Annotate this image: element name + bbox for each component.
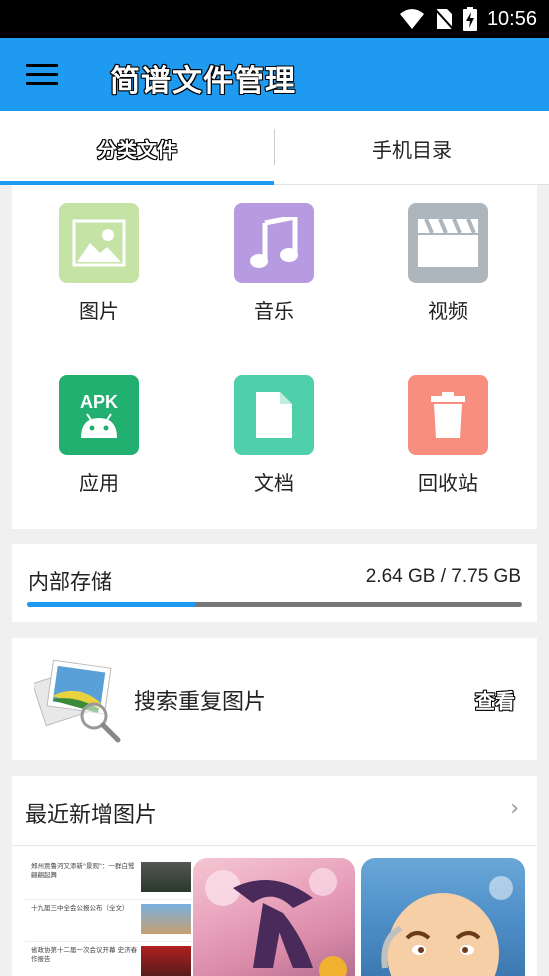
storage-total: 7.75 GB [451,566,521,587]
news-row: 十九届三中全会公报公布（全文） [25,900,195,942]
news-image [141,862,191,892]
storage-separator: / [440,566,446,587]
category-label: 音乐 [254,299,294,323]
news-headline: 十九届三中全会公报公布（全文） [31,904,129,912]
storage-usage: 2.64 GB / 7.75 GB [366,566,521,588]
category-label: 图片 [79,299,119,323]
category-apps[interactable]: APK 应用 [29,375,169,496]
tab-phone-directory[interactable]: 手机目录 [275,111,549,185]
status-bar: 10:56 [0,0,549,38]
wifi-icon [399,9,424,29]
news-image [141,904,191,934]
storage-progress-bar [27,602,522,607]
storage-card[interactable]: 内部存储 2.64 GB / 7.75 GB [12,544,537,622]
news-row: 省政协第十二届一次会议开幕 史济春作报告 [25,942,195,976]
news-headline: 省政协第十二届一次会议开幕 史济春作报告 [31,946,138,963]
category-card: 图片 音乐 视频 APK 应用 文档 回收站 [12,185,537,529]
recent-images-header[interactable]: 最近新增图片 › [12,776,537,846]
category-documents[interactable]: 文档 [204,375,344,496]
recent-image-thumbnail[interactable] [193,858,355,976]
app-title: 简谱文件管理 [110,64,296,99]
game-artwork-image [205,868,347,976]
chevron-right-icon: › [510,796,519,821]
category-label: 应用 [79,471,119,495]
storage-label: 内部存储 [28,570,112,594]
category-recycle-bin[interactable]: 回收站 [378,375,518,496]
recent-images-title: 最近新增图片 [25,803,158,828]
tab-label: 分类文件 [97,137,177,162]
storage-progress-fill [27,602,196,607]
category-video[interactable]: 视频 [378,203,518,324]
recent-images-card: 最近新增图片 › 郑州贾鲁河又添新"景观"：一群白鹭翩翩起舞 十九届三中全会公报… [12,776,537,976]
clock: 10:56 [486,7,537,30]
duplicate-images-label: 搜索重复图片 [134,690,267,715]
apk-badge: APK [79,392,118,412]
category-music[interactable]: 音乐 [204,203,344,324]
document-icon [234,375,314,455]
cartoon-character-image [381,876,513,976]
android-apk-icon: APK [59,375,139,455]
battery-charging-icon [462,7,477,31]
music-icon [234,203,314,283]
news-row: 郑州贾鲁河又添新"景观"：一群白鹭翩翩起舞 [25,858,195,900]
tab-bar: 分类文件 手机目录 [0,111,549,185]
tab-category-files[interactable]: 分类文件 [0,111,274,185]
no-sim-icon [434,8,453,30]
category-label: 视频 [428,299,468,323]
view-button[interactable]: 查看 [475,685,515,714]
video-icon [408,203,488,283]
recent-image-thumbnail[interactable]: 郑州贾鲁河又添新"景观"：一群白鹭翩翩起舞 十九届三中全会公报公布（全文） 省政… [25,858,195,976]
category-images[interactable]: 图片 [29,203,169,324]
news-headline: 郑州贾鲁河又添新"景观"：一群白鹭翩翩起舞 [31,862,135,879]
trash-icon [408,375,488,455]
category-label: 回收站 [418,471,478,495]
menu-icon[interactable] [26,64,58,86]
tab-label: 手机目录 [372,137,452,162]
duplicate-images-card[interactable]: 搜索重复图片 查看 [12,638,537,760]
duplicate-photos-icon [34,659,121,743]
news-image [141,946,191,976]
image-icon [59,203,139,283]
app-bar: 简谱文件管理 [0,38,549,111]
category-label: 文档 [254,471,294,495]
recent-image-thumbnail[interactable] [361,858,525,976]
status-icons: 10:56 [399,6,537,32]
storage-used: 2.64 GB [365,566,436,587]
